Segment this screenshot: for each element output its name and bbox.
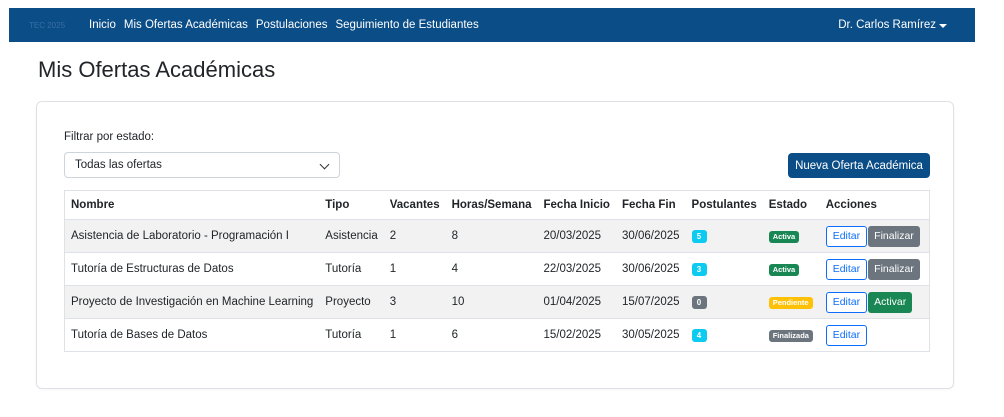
- col-header-fecha-inicio: Fecha Inicio: [537, 190, 616, 220]
- nav-link-inicio[interactable]: Inicio: [89, 19, 116, 31]
- cell-fecha-inicio: 15/02/2025: [537, 318, 616, 352]
- col-header-postulantes: Postulantes: [685, 190, 763, 220]
- status-badge: Activa: [768, 230, 800, 243]
- cell-vacantes: 2: [383, 219, 446, 253]
- table-row: Tutoría de Bases de Datos Tutoría 1 6 15/02/…: [64, 318, 930, 352]
- cell-fecha-fin: 30/06/2025: [615, 252, 686, 286]
- cell-postulantes: 0: [685, 285, 763, 319]
- status-filter-select[interactable]: Todas las ofertas: [64, 152, 340, 178]
- filter-label: Filtrar por estado:: [64, 131, 155, 143]
- col-header-horas: Horas/Semana: [445, 190, 538, 220]
- cell-horas: 4: [445, 252, 538, 286]
- edit-button[interactable]: Editar: [825, 291, 868, 313]
- cell-nombre: Tutoría de Bases de Datos: [64, 318, 320, 352]
- col-header-fecha-fin: Fecha Fin: [615, 190, 686, 220]
- cell-estado: Activa: [762, 219, 820, 253]
- cell-fecha-fin: 30/06/2025: [615, 219, 686, 253]
- new-offer-button[interactable]: Nueva Oferta Académica: [788, 153, 930, 178]
- applicants-count-badge[interactable]: 4: [691, 328, 707, 342]
- col-header-acciones: Acciones: [819, 190, 930, 220]
- cell-fecha-fin: 15/07/2025: [615, 285, 686, 319]
- cell-postulantes: 4: [685, 318, 763, 352]
- offers-card: Filtrar por estado: Todas las ofertas Nu…: [36, 101, 954, 389]
- cell-horas: 8: [445, 219, 538, 253]
- nav-link-mis-ofertas[interactable]: Mis Ofertas Académicas: [124, 19, 248, 31]
- edit-button[interactable]: Editar: [825, 258, 868, 280]
- col-header-vacantes: Vacantes: [383, 190, 446, 220]
- status-badge: Finalizada: [768, 329, 813, 342]
- nav-link-postulaciones[interactable]: Postulaciones: [256, 19, 328, 31]
- cell-fecha-inicio: 22/03/2025: [537, 252, 616, 286]
- cell-acciones: Editar Finalizar: [819, 252, 930, 286]
- table-header-row: Nombre Tipo Vacantes Horas/Semana Fecha …: [64, 190, 930, 220]
- finalize-button[interactable]: Finalizar: [868, 258, 920, 280]
- cell-estado: Activa: [762, 252, 820, 286]
- cell-nombre: Proyecto de Investigación en Machine Lea…: [64, 285, 320, 319]
- offers-table: Nombre Tipo Vacantes Horas/Semana Fecha …: [64, 190, 930, 352]
- edit-button[interactable]: Editar: [825, 225, 868, 247]
- cell-nombre: Tutoría de Estructuras de Datos: [64, 252, 320, 286]
- col-header-estado: Estado: [762, 190, 820, 220]
- filter-selected-value: Todas las ofertas: [75, 159, 162, 171]
- chevron-down-icon: [319, 159, 330, 170]
- cell-vacantes: 3: [383, 285, 446, 319]
- nav-link-seguimiento[interactable]: Seguimiento de Estudiantes: [335, 19, 478, 31]
- table-row: Asistencia de Laboratorio - Programación…: [64, 219, 930, 253]
- cell-fecha-inicio: 20/03/2025: [537, 219, 616, 253]
- cell-postulantes: 3: [685, 252, 763, 286]
- top-navbar: TEC 2025 Inicio Mis Ofertas Académicas P…: [9, 8, 975, 42]
- cell-acciones: Editar: [819, 318, 930, 352]
- cell-vacantes: 1: [383, 252, 446, 286]
- cell-fecha-fin: 30/05/2025: [615, 318, 686, 352]
- activate-button[interactable]: Activar: [868, 291, 913, 313]
- cell-estado: Pendiente: [762, 285, 820, 319]
- finalize-button[interactable]: Finalizar: [868, 225, 920, 247]
- edit-button[interactable]: Editar: [825, 324, 868, 346]
- user-menu-dropdown[interactable]: Dr. Carlos Ramírez: [838, 19, 947, 31]
- col-header-tipo: Tipo: [319, 190, 384, 220]
- cell-horas: 6: [445, 318, 538, 352]
- cell-vacantes: 1: [383, 318, 446, 352]
- cell-tipo: Tutoría: [319, 318, 384, 352]
- cell-horas: 10: [445, 285, 538, 319]
- user-name: Dr. Carlos Ramírez: [838, 19, 936, 31]
- cell-nombre: Asistencia de Laboratorio - Programación…: [64, 219, 320, 253]
- cell-tipo: Asistencia: [319, 219, 384, 253]
- cell-estado: Finalizada: [762, 318, 820, 352]
- status-badge: Activa: [768, 263, 800, 276]
- table-row: Proyecto de Investigación en Machine Lea…: [64, 285, 930, 319]
- cell-acciones: Editar Finalizar: [819, 219, 930, 253]
- caret-down-icon: [939, 23, 947, 28]
- cell-tipo: Tutoría: [319, 252, 384, 286]
- page-title: Mis Ofertas Académicas: [38, 57, 276, 82]
- cell-acciones: Editar Activar: [819, 285, 930, 319]
- table-row: Tutoría de Estructuras de Datos Tutoría 1 4…: [64, 252, 930, 286]
- cell-fecha-inicio: 01/04/2025: [537, 285, 616, 319]
- cell-tipo: Proyecto: [319, 285, 384, 319]
- brand-logo[interactable]: TEC 2025: [29, 21, 65, 30]
- applicants-count-badge[interactable]: 3: [691, 262, 707, 276]
- applicants-count-badge[interactable]: 5: [691, 229, 707, 243]
- applicants-count-badge[interactable]: 0: [691, 295, 707, 309]
- col-header-nombre: Nombre: [64, 190, 320, 220]
- cell-postulantes: 5: [685, 219, 763, 253]
- status-badge: Pendiente: [768, 296, 813, 309]
